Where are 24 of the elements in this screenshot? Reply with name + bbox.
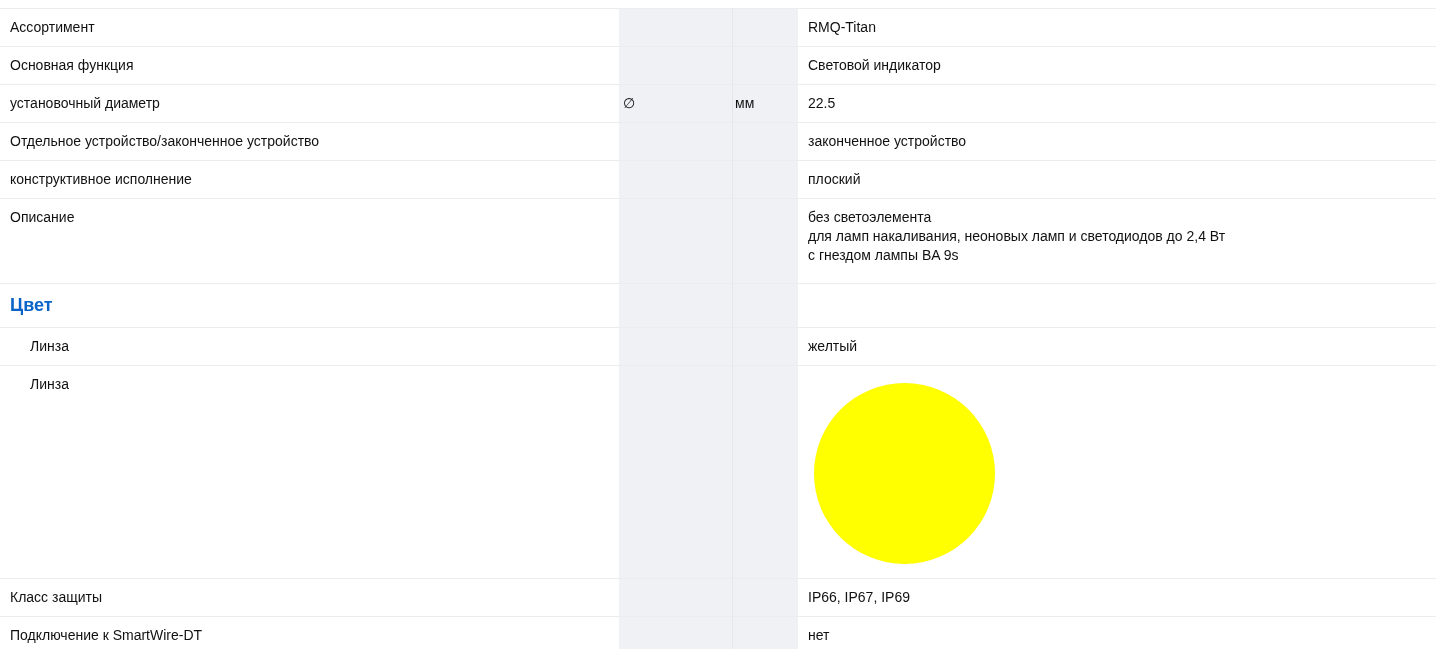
property-value: с гнездом лампы BA 9s [808, 246, 959, 265]
property-label: Описание [10, 209, 75, 225]
property-value: нет [808, 626, 830, 645]
unit: мм [735, 95, 755, 111]
property-value: 22.5 [808, 94, 836, 113]
property-value: законченное устройство [808, 132, 967, 151]
section-heading: Цвет [10, 296, 53, 315]
property-label: конструктивное исполнение [10, 171, 192, 187]
property-value: Световой индикатор [808, 56, 941, 75]
property-label: Ассортимент [10, 19, 95, 35]
diameter-symbol: ∅ [623, 95, 635, 111]
property-label: Подключение к SmartWire-DT [10, 627, 203, 643]
property-value: для ламп накаливания, неоновых ламп и светодиодов до 2,4 Вт [808, 227, 1226, 246]
property-value: желтый [808, 337, 858, 356]
property-value: плоский [808, 170, 861, 189]
property-label: установочный диаметр [10, 95, 160, 111]
property-label: Отдельное устройство/законченное устройство [10, 133, 320, 149]
property-value: IP66, IP67, IP69 [808, 588, 910, 607]
property-label: Класс защиты [10, 589, 103, 605]
property-label: Линза [30, 376, 69, 392]
property-label: Линза [30, 338, 69, 354]
property-value: RMQ-Titan [808, 18, 876, 37]
property-label: Основная функция [10, 57, 134, 73]
property-value: без светоэлемента [808, 208, 932, 227]
